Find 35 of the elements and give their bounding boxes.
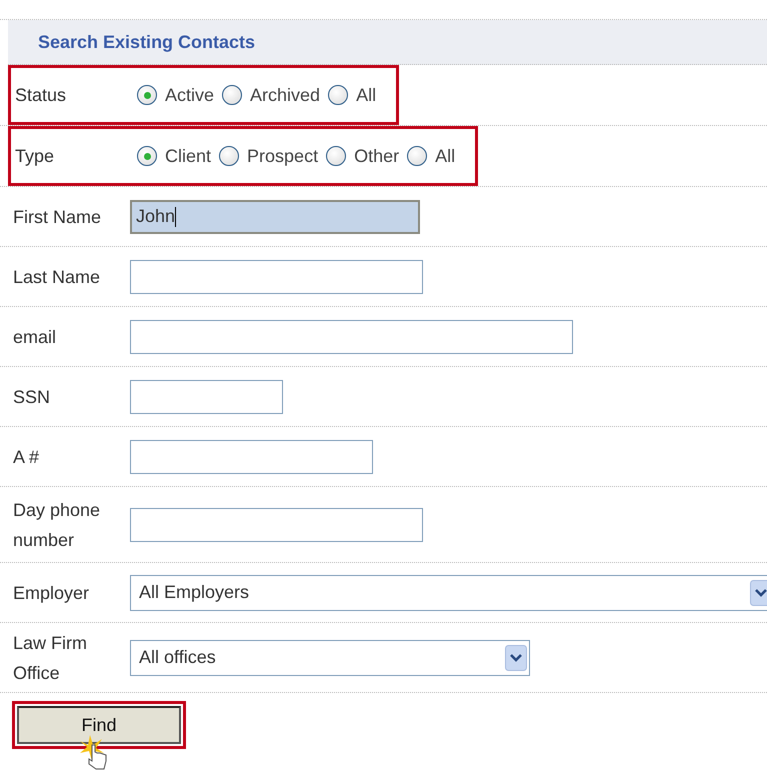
input-field[interactable] — [130, 508, 423, 542]
option-label[interactable]: Prospect — [247, 146, 318, 166]
field-label: Last Name — [13, 266, 102, 288]
radio-button[interactable] — [222, 85, 242, 105]
radio-button[interactable] — [326, 146, 346, 166]
input-field[interactable] — [130, 320, 573, 354]
dropdown[interactable]: All Employers — [130, 574, 767, 610]
radio-button[interactable] — [407, 146, 428, 166]
radio-button[interactable] — [137, 85, 157, 105]
option-label[interactable]: All — [435, 146, 456, 166]
input-field[interactable] — [130, 440, 373, 474]
option-label[interactable]: Client — [165, 146, 212, 166]
field-label: Law Firm Office — [13, 632, 88, 684]
dropdown[interactable]: All offices — [130, 640, 530, 676]
radio-button[interactable] — [219, 146, 240, 166]
field-label: Status — [15, 84, 68, 106]
input-field[interactable]: John — [130, 200, 420, 234]
dropdown-arrow-icon[interactable] — [750, 578, 767, 606]
input-field[interactable] — [130, 380, 283, 414]
field-label: Employer — [13, 582, 90, 605]
field-label: Type — [15, 146, 56, 166]
radio-button[interactable] — [137, 146, 157, 166]
find-button[interactable]: Find — [17, 706, 181, 744]
field-label: SSN — [13, 386, 52, 408]
field-label: A # — [13, 446, 40, 468]
section-title: Search Existing Contacts — [38, 32, 256, 52]
input-field[interactable] — [130, 260, 423, 294]
option-label[interactable]: Other — [354, 146, 400, 166]
option-label[interactable]: Active — [165, 84, 214, 106]
option-label[interactable]: Archived — [250, 84, 320, 106]
field-label: Day phone number — [13, 498, 102, 552]
field-label: email — [13, 326, 58, 348]
option-label[interactable]: All — [356, 84, 376, 106]
field-label: First Name — [13, 206, 102, 228]
radio-button[interactable] — [328, 85, 348, 105]
